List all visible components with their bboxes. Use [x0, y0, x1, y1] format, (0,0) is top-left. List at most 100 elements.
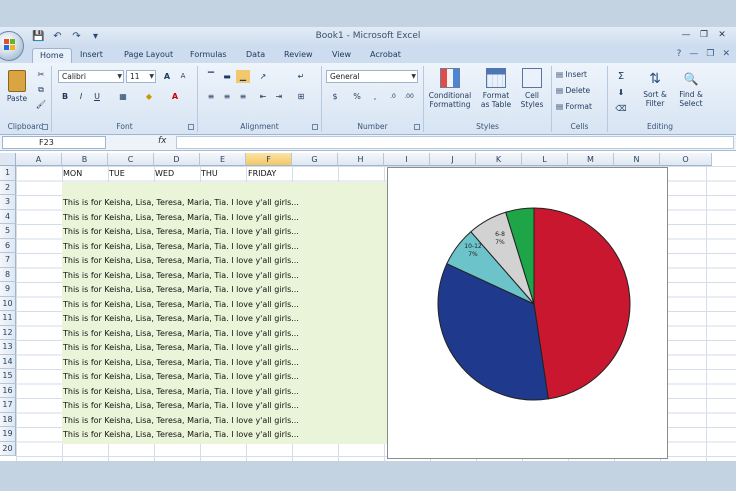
align-top-icon[interactable]: ▔ — [204, 70, 218, 83]
copy-icon[interactable]: ⧉ — [34, 83, 48, 96]
italic-button[interactable]: I — [74, 90, 88, 103]
row-header-19[interactable]: 19 — [0, 427, 16, 442]
number-format-select[interactable]: General ▼ — [326, 70, 418, 83]
font-name-select[interactable]: Calibri ▼ — [58, 70, 124, 83]
font-size-select[interactable]: 11 ▼ — [126, 70, 156, 83]
row-header-15[interactable]: 15 — [0, 369, 16, 384]
tab-page-layout[interactable]: Page Layout — [124, 50, 173, 59]
borders-icon[interactable]: ▦ — [116, 90, 130, 103]
cell-b15[interactable]: This is for Keisha, Lisa, Teresa, Maria,… — [63, 370, 299, 383]
clear-icon[interactable]: ⌫ — [614, 102, 628, 115]
fill-icon[interactable]: ⬇ — [614, 86, 628, 99]
cell-b14[interactable]: This is for Keisha, Lisa, Teresa, Maria,… — [63, 356, 299, 369]
row-header-4[interactable]: 4 — [0, 209, 16, 224]
decrease-indent-icon[interactable]: ⇤ — [256, 90, 270, 103]
row-header-9[interactable]: 9 — [0, 282, 16, 297]
increase-decimal-button[interactable]: .0 — [386, 90, 400, 103]
row-header-3[interactable]: 3 — [0, 195, 16, 210]
tab-formulas[interactable]: Formulas — [190, 50, 227, 59]
clipboard-launcher-icon[interactable] — [42, 124, 48, 130]
ribbon-restore-icon[interactable]: ❐ — [706, 49, 714, 59]
shrink-font-button[interactable]: A — [176, 70, 190, 83]
row-header-12[interactable]: 12 — [0, 325, 16, 340]
close-icon[interactable]: ✕ — [714, 29, 730, 42]
cell-b18[interactable]: This is for Keisha, Lisa, Teresa, Maria,… — [63, 414, 299, 427]
minimize-icon[interactable]: — — [678, 29, 694, 42]
cell-styles-button[interactable]: Cell Styles — [516, 68, 548, 109]
row-header-18[interactable]: 18 — [0, 412, 16, 427]
column-header-n[interactable]: N — [614, 153, 660, 166]
cell-b9[interactable]: This is for Keisha, Lisa, Teresa, Maria,… — [63, 283, 299, 296]
grow-font-button[interactable]: A — [160, 70, 174, 83]
format-painter-icon[interactable]: 🖌 — [34, 98, 48, 111]
format-cells-button[interactable]: ▤ Format — [556, 102, 592, 111]
align-left-icon[interactable]: ≡ — [204, 90, 218, 103]
ribbon-close-icon[interactable]: ✕ — [722, 49, 730, 59]
cell-e1[interactable]: THU — [201, 167, 218, 180]
help-icon[interactable]: ? — [677, 49, 682, 59]
select-all-corner[interactable] — [0, 153, 16, 166]
sort-filter-button[interactable]: ⇅ Sort & Filter — [638, 68, 672, 108]
tab-insert[interactable]: Insert — [80, 50, 103, 59]
autosum-button[interactable]: Σ — [614, 70, 628, 83]
cell-b11[interactable]: This is for Keisha, Lisa, Teresa, Maria,… — [63, 312, 299, 325]
tab-review[interactable]: Review — [284, 50, 313, 59]
tab-acrobat[interactable]: Acrobat — [370, 50, 401, 59]
ribbon-minimize-icon[interactable]: — — [689, 49, 698, 59]
cell-b7[interactable]: This is for Keisha, Lisa, Teresa, Maria,… — [63, 254, 299, 267]
tab-data[interactable]: Data — [246, 50, 265, 59]
row-header-20[interactable]: 20 — [0, 441, 16, 456]
delete-cells-button[interactable]: ▤ Delete — [556, 86, 590, 95]
percent-button[interactable]: % — [350, 90, 364, 103]
cell-b4[interactable]: This is for Keisha, Lisa, Teresa, Maria,… — [63, 211, 299, 224]
align-middle-icon[interactable]: ▬ — [220, 70, 234, 83]
cell-d1[interactable]: WED — [155, 167, 174, 180]
cell-b6[interactable]: This is for Keisha, Lisa, Teresa, Maria,… — [63, 240, 299, 253]
pie-slice-0[interactable] — [533, 207, 631, 400]
cell-b19[interactable]: This is for Keisha, Lisa, Teresa, Maria,… — [63, 428, 299, 441]
column-header-b[interactable]: B — [62, 153, 108, 166]
row-header-10[interactable]: 10 — [0, 296, 16, 311]
row-header-1[interactable]: 1 — [0, 166, 16, 181]
row-header-8[interactable]: 8 — [0, 267, 16, 282]
column-header-e[interactable]: E — [200, 153, 246, 166]
row-header-17[interactable]: 17 — [0, 398, 16, 413]
cell-f1[interactable]: FRIDAY — [248, 167, 276, 180]
comma-button[interactable]: , — [368, 90, 382, 103]
row-header-14[interactable]: 14 — [0, 354, 16, 369]
format-as-table-button[interactable]: Format as Table — [476, 68, 516, 109]
row-header-11[interactable]: 11 — [0, 311, 16, 326]
underline-button[interactable]: U — [90, 90, 104, 103]
row-header-2[interactable]: 2 — [0, 180, 16, 195]
insert-cells-button[interactable]: ▤ Insert — [556, 70, 587, 79]
column-header-f[interactable]: F — [246, 153, 292, 166]
column-header-l[interactable]: L — [522, 153, 568, 166]
tab-home[interactable]: Home — [32, 48, 72, 63]
conditional-formatting-button[interactable]: Conditional Formatting — [426, 68, 474, 109]
row-header-16[interactable]: 16 — [0, 383, 16, 398]
cell-b17[interactable]: This is for Keisha, Lisa, Teresa, Maria,… — [63, 399, 299, 412]
cell-b12[interactable]: This is for Keisha, Lisa, Teresa, Maria,… — [63, 327, 299, 340]
orientation-icon[interactable]: ↗ — [256, 70, 270, 83]
column-header-g[interactable]: G — [292, 153, 338, 166]
cell-b5[interactable]: This is for Keisha, Lisa, Teresa, Maria,… — [63, 225, 299, 238]
column-header-j[interactable]: J — [430, 153, 476, 166]
cell-b10[interactable]: This is for Keisha, Lisa, Teresa, Maria,… — [63, 298, 299, 311]
bold-button[interactable]: B — [58, 90, 72, 103]
find-select-button[interactable]: 🔍 Find & Select — [674, 68, 708, 108]
number-launcher-icon[interactable] — [414, 124, 420, 130]
column-header-c[interactable]: C — [108, 153, 154, 166]
row-header-13[interactable]: 13 — [0, 340, 16, 355]
cell-c1[interactable]: TUE — [109, 167, 125, 180]
currency-button[interactable]: $ — [328, 90, 342, 103]
column-header-i[interactable]: I — [384, 153, 430, 166]
increase-indent-icon[interactable]: ⇥ — [272, 90, 286, 103]
row-header-6[interactable]: 6 — [0, 238, 16, 253]
column-header-m[interactable]: M — [568, 153, 614, 166]
font-launcher-icon[interactable] — [188, 124, 194, 130]
pie-chart-area[interactable]: 10-12 7% 6-8 7% — [387, 167, 668, 459]
cell-b3[interactable]: This is for Keisha, Lisa, Teresa, Maria,… — [63, 196, 299, 209]
cell-b16[interactable]: This is for Keisha, Lisa, Teresa, Maria,… — [63, 385, 299, 398]
align-bottom-icon[interactable]: ▁ — [236, 70, 250, 83]
wrap-text-icon[interactable]: ↵ — [294, 70, 308, 83]
